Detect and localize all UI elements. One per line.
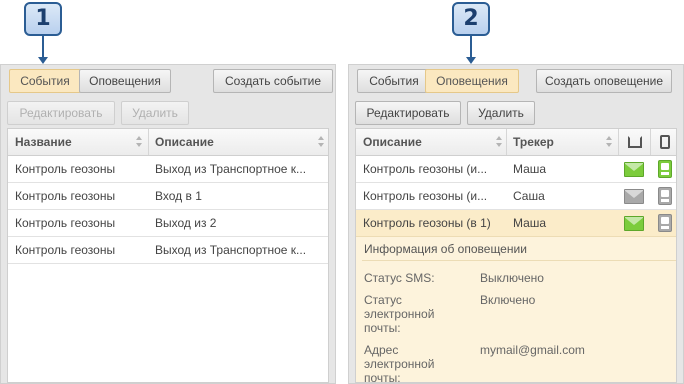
create-notification-button[interactable]: Создать оповещение — [536, 69, 672, 93]
notification-info-title: Информация об оповещении — [362, 237, 676, 261]
row-name: Контроль геозоны — [15, 243, 116, 257]
column-divider — [618, 129, 619, 155]
tab-notifications[interactable]: Оповещения — [425, 69, 519, 93]
notifications-panel: События Оповещения Создать оповещение Ре… — [348, 64, 684, 384]
row-description: Выход из 2 — [155, 216, 217, 230]
events-table: Название Описание Контроль геозоны Выход… — [7, 128, 329, 383]
row-name: Контроль геозоны — [15, 162, 116, 176]
row-tracker: Саша — [513, 189, 545, 203]
column-header-description[interactable]: Описание — [148, 129, 328, 155]
row-name: Контроль геозоны — [15, 216, 116, 230]
notifications-table: Описание Трекер Контроль геозоны (и... М… — [355, 128, 677, 384]
row-description: Контроль геозоны (в 1) — [363, 216, 491, 230]
table-row[interactable]: Контроль геозоны Вход в 1 — [8, 183, 328, 210]
callout-2-arrow — [470, 36, 472, 58]
device-disabled-icon[interactable] — [658, 187, 672, 205]
callout-1-arrow — [42, 36, 44, 58]
callout-2: 2 — [452, 2, 490, 36]
row-description: Контроль геозоны (и... — [363, 189, 488, 203]
envelope-open-icon[interactable] — [628, 136, 642, 148]
sort-arrows-icon[interactable] — [606, 136, 612, 148]
email-enabled-icon[interactable] — [624, 216, 644, 231]
table-row[interactable]: Контроль геозоны Выход из Транспортное к… — [8, 237, 328, 264]
edit-button[interactable]: Редактировать — [7, 101, 115, 125]
notification-info-panel: Информация об оповещении Статус SMS: Вык… — [356, 237, 676, 384]
tab-notifications[interactable]: Оповещения — [79, 69, 171, 93]
table-header: Описание Трекер — [356, 129, 676, 156]
email-address-label: Адрес электронной почты: — [364, 343, 435, 384]
device-enabled-icon[interactable] — [658, 160, 672, 178]
row-description: Контроль геозоны (и... — [363, 162, 488, 176]
table-row-selected[interactable]: Контроль геозоны (в 1) Маша — [356, 210, 676, 237]
sort-arrows-icon[interactable] — [136, 136, 142, 148]
row-tracker: Маша — [513, 162, 547, 176]
row-name: Контроль геозоны — [15, 189, 116, 203]
column-header-description[interactable]: Описание — [356, 129, 506, 155]
device-disabled-icon[interactable] — [658, 214, 672, 232]
column-header-tracker[interactable]: Трекер — [506, 129, 616, 155]
callout-1-arrowhead — [38, 57, 48, 64]
table-row[interactable]: Контроль геозоны (и... Саша — [356, 183, 676, 210]
row-tracker: Маша — [513, 216, 547, 230]
table-row[interactable]: Контроль геозоны Выход из Транспортное к… — [8, 156, 328, 183]
sort-arrows-icon[interactable] — [318, 136, 324, 148]
delete-button[interactable]: Удалить — [467, 101, 535, 125]
create-event-button[interactable]: Создать событие — [213, 69, 333, 93]
callout-1: 1 — [24, 2, 62, 36]
column-header-name[interactable]: Название — [8, 129, 148, 155]
table-row[interactable]: Контроль геозоны (и... Маша — [356, 156, 676, 183]
email-status-value: Включено — [480, 293, 536, 307]
email-disabled-icon[interactable] — [624, 189, 644, 204]
callout-2-arrowhead — [466, 57, 476, 64]
sms-status-value: Выключено — [480, 271, 544, 285]
sort-arrows-icon[interactable] — [496, 136, 502, 148]
column-divider — [650, 129, 651, 155]
events-panel: События Оповещения Создать событие Редак… — [0, 64, 336, 384]
row-description: Выход из Транспортное к... — [155, 162, 307, 176]
delete-button[interactable]: Удалить — [121, 101, 189, 125]
row-description: Выход из Транспортное к... — [155, 243, 307, 257]
tracker-device-icon[interactable] — [660, 135, 670, 149]
email-status-label: Статус электронной почты: — [364, 293, 435, 335]
table-header: Название Описание — [8, 129, 328, 156]
tab-events[interactable]: События — [357, 69, 431, 93]
email-address-value: mymail@gmail.com — [480, 343, 585, 357]
row-description: Вход в 1 — [155, 189, 202, 203]
edit-button[interactable]: Редактировать — [355, 101, 461, 125]
sms-status-label: Статус SMS: — [364, 271, 435, 285]
table-row[interactable]: Контроль геозоны Выход из 2 — [8, 210, 328, 237]
email-enabled-icon[interactable] — [624, 162, 644, 177]
tab-events[interactable]: События — [9, 69, 81, 93]
